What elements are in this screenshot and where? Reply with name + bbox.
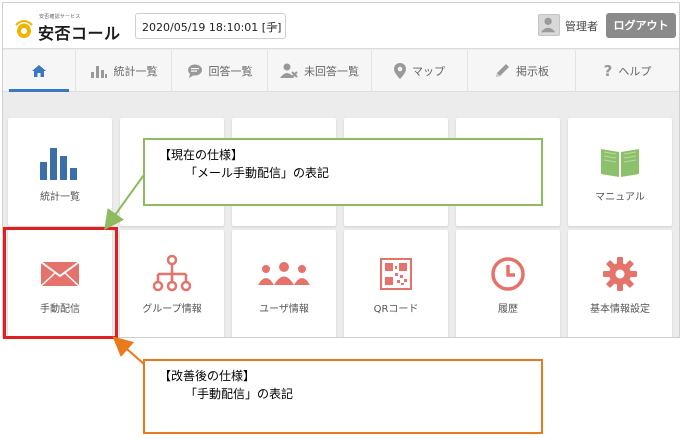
- tile-label: 統計一覧: [40, 192, 80, 203]
- bar-chart-icon: [90, 66, 107, 78]
- avatar: [538, 14, 560, 36]
- user-x-icon: [280, 63, 298, 78]
- tile-label: グループ情報: [142, 304, 202, 315]
- callout-body: 「手動配信」の表記: [185, 387, 294, 401]
- callout-body: 「メール手動配信」の表記: [185, 166, 330, 180]
- map-pin-icon: [394, 63, 406, 79]
- tile-label: QRコード: [373, 304, 419, 315]
- pencil-icon: [496, 64, 509, 77]
- tab-help[interactable]: ? ヘルプ: [575, 50, 679, 92]
- tab-label: 統計一覧: [113, 65, 158, 78]
- tile-manual[interactable]: マニュアル: [568, 118, 672, 226]
- main-nav: 統計一覧 回答一覧 未回答一覧 マップ 掲示板 ? ヘルプ: [3, 50, 679, 92]
- tab-label: 回答一覧: [208, 65, 253, 78]
- tab-statistics[interactable]: 統計一覧: [75, 50, 171, 92]
- datetime-select[interactable]: 2020/05/19 18:10:01 [手]: [135, 13, 286, 39]
- tab-label: ヘルプ: [618, 65, 652, 78]
- tile-label: 履歴: [498, 304, 518, 315]
- tab-answers[interactable]: 回答一覧: [171, 50, 267, 92]
- gear-icon: [603, 257, 637, 291]
- tile-history[interactable]: 履歴: [456, 230, 560, 337]
- tile-label: 基本情報設定: [590, 304, 650, 315]
- bar-chart-icon: [40, 148, 77, 180]
- header: 安否確認サービス 安否コール 2020/05/19 18:10:01 [手] 管…: [3, 3, 679, 49]
- tab-home[interactable]: [3, 50, 75, 92]
- tile-label: マニュアル: [595, 192, 645, 203]
- logout-button[interactable]: ログアウト: [606, 13, 676, 38]
- tab-unanswered[interactable]: 未回答一覧: [267, 50, 371, 92]
- highlight-frame: [3, 227, 118, 339]
- tile-user-info[interactable]: ユーザ情報: [232, 230, 336, 337]
- logo-subtitle: 安否確認サービス: [39, 14, 81, 20]
- tile-statistics[interactable]: 統計一覧: [8, 118, 112, 226]
- home-icon: [32, 65, 46, 77]
- chevron-down-icon: [270, 25, 278, 29]
- tile-label: ユーザ情報: [259, 304, 309, 315]
- tab-board[interactable]: 掲示板: [467, 50, 575, 92]
- users-icon: [258, 262, 310, 285]
- logo-title: 安否コール: [38, 24, 121, 43]
- user-name: 管理者: [565, 20, 598, 33]
- tab-label: 掲示板: [516, 65, 549, 78]
- tab-map[interactable]: マップ: [371, 50, 467, 92]
- qr-code-icon: [380, 258, 412, 290]
- clock-icon: [491, 257, 525, 291]
- logo-wifi-icon: [15, 20, 33, 38]
- callout-current-spec: 【現在の仕様】 「メール手動配信」の表記: [143, 138, 543, 206]
- tab-label: 未回答一覧: [304, 65, 359, 78]
- callout-title: 【現在の仕様】: [159, 148, 244, 162]
- hierarchy-icon: [152, 254, 192, 292]
- tile-group-info[interactable]: グループ情報: [120, 230, 224, 337]
- logo[interactable]: 安否確認サービス 安否コール: [13, 11, 123, 43]
- tile-qr-code[interactable]: QRコード: [344, 230, 448, 337]
- tile-basic-settings[interactable]: 基本情報設定: [568, 230, 672, 337]
- datetime-value: 2020/05/19 18:10:01 [手]: [142, 21, 282, 34]
- user-icon: [540, 17, 556, 33]
- book-icon: [601, 149, 639, 177]
- active-tab-indicator: [9, 89, 69, 92]
- question-icon: ?: [603, 62, 613, 80]
- callout-improved-spec: 【改善後の仕様】 「手動配信」の表記: [143, 359, 543, 434]
- callout-title: 【改善後の仕様】: [159, 369, 256, 383]
- speech-bubble-icon: [187, 64, 202, 78]
- tab-label: マップ: [412, 65, 445, 78]
